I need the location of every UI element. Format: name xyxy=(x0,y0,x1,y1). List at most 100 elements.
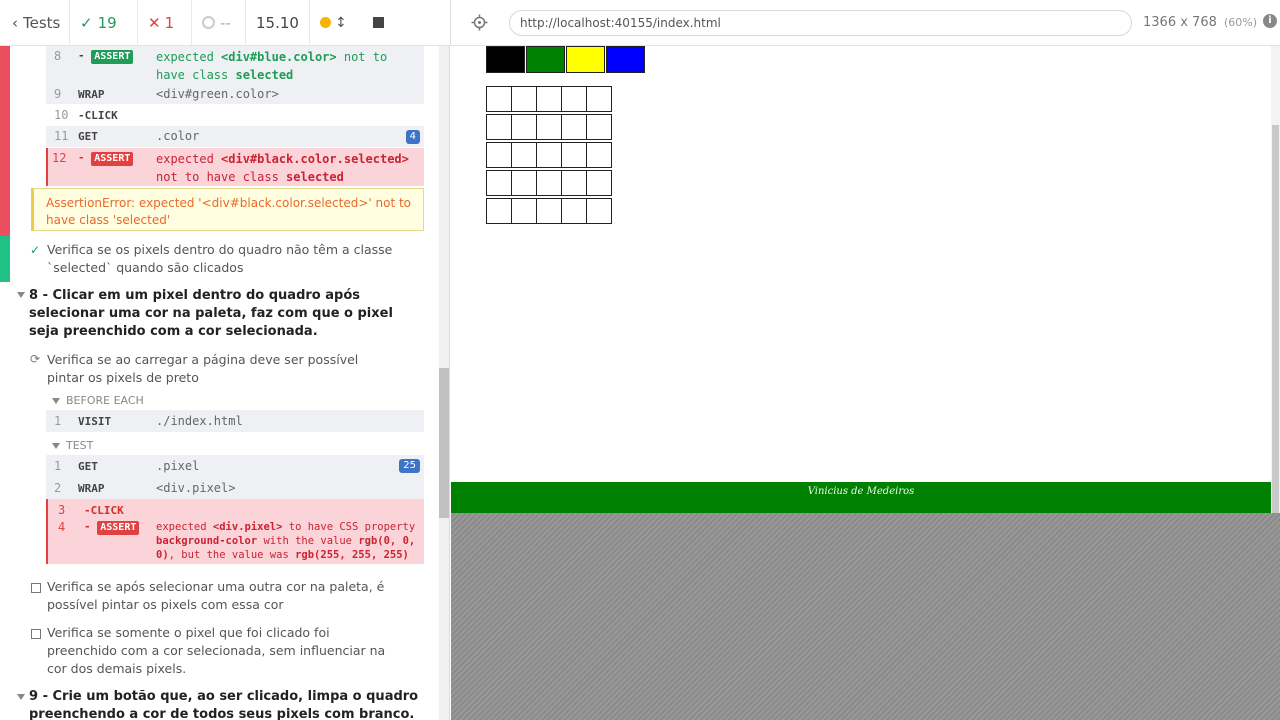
command-row[interactable]: 2 WRAP <div.pixel> xyxy=(46,477,424,499)
msg-value: background-color xyxy=(156,535,258,547)
pixel[interactable] xyxy=(486,198,512,224)
test-title[interactable]: Verifica se somente o pixel que foi clic… xyxy=(47,624,397,678)
element-count-badge: 25 xyxy=(399,459,420,473)
command-name: -CLICK xyxy=(78,109,118,122)
reporter-scroll-thumb[interactable] xyxy=(439,368,449,518)
caret-down-icon[interactable] xyxy=(52,443,60,449)
pending-number: -- xyxy=(220,13,231,32)
test-title[interactable]: Verifica se os pixels dentro do quadro n… xyxy=(47,241,397,277)
command-name: GET xyxy=(78,460,98,473)
element-count-badge: 4 xyxy=(405,130,420,144)
command-message: .color xyxy=(156,129,200,143)
reporter-header: ‹ Tests ✓ 19 ✕ 1 -- 15.10 ↕ xyxy=(0,0,450,46)
pixel[interactable] xyxy=(511,114,537,140)
msg-element: <div#blue.color> xyxy=(221,50,337,64)
command-name: WRAP xyxy=(78,88,105,101)
pixel[interactable] xyxy=(586,198,612,224)
command-row[interactable]: 11 GET .color 4 xyxy=(46,126,424,147)
pixel[interactable] xyxy=(536,170,562,196)
msg-value: rgb(255, 255, 255) xyxy=(295,549,409,561)
tests-button[interactable]: ‹ Tests xyxy=(0,0,70,45)
info-icon[interactable]: i xyxy=(1263,14,1277,28)
suite-title[interactable]: 9 - Crie um botão que, ao ser clicado, l… xyxy=(29,688,419,720)
palette-color-blue[interactable] xyxy=(606,46,645,73)
command-number: 8 xyxy=(54,49,62,63)
pixel[interactable] xyxy=(561,198,587,224)
command-message: <div.pixel> xyxy=(156,481,236,495)
aut-url-bar: http://localhost:40155/index.html 1366 x… xyxy=(450,0,1280,46)
palette-color-green[interactable] xyxy=(526,46,565,73)
msg-text: have class xyxy=(156,68,236,82)
msg-element: <div#black.color.selected> xyxy=(221,152,409,166)
url-input[interactable]: http://localhost:40155/index.html xyxy=(509,10,1132,36)
pixel[interactable] xyxy=(536,114,562,140)
pixel[interactable] xyxy=(536,86,562,112)
command-row[interactable]: 10 -CLICK xyxy=(46,105,424,125)
viewport-size: 1366 x 768 (60%) xyxy=(1143,15,1257,30)
hook-label[interactable]: TEST xyxy=(66,439,93,452)
pixel[interactable] xyxy=(486,114,512,140)
command-number: 11 xyxy=(54,129,69,143)
command-number: 12 xyxy=(52,151,67,165)
pixel[interactable] xyxy=(511,170,537,196)
pixel[interactable] xyxy=(511,198,537,224)
command-row[interactable]: 8 - ASSERT expected <div#blue.color> not… xyxy=(46,46,424,84)
pixel[interactable] xyxy=(586,142,612,168)
pixel[interactable] xyxy=(586,114,612,140)
msg-text: expected xyxy=(156,50,222,64)
auto-scroll-toggle[interactable]: ↕ xyxy=(320,15,347,31)
passed-count: ✓ 19 xyxy=(70,0,138,45)
command-row[interactable]: 1 VISIT ./index.html xyxy=(46,410,424,432)
command-row[interactable]: 1 GET .pixel 25 xyxy=(46,455,424,477)
msg-value: rgb(0, 0, xyxy=(358,535,416,547)
pixel[interactable] xyxy=(561,86,587,112)
pixel[interactable] xyxy=(536,142,562,168)
suite-title[interactable]: 8 - Clicar em um pixel dentro do quadro … xyxy=(29,287,419,341)
pixel[interactable] xyxy=(486,170,512,196)
command-row[interactable]: 9 WRAP <div#green.color> xyxy=(46,84,424,104)
pixel[interactable] xyxy=(561,142,587,168)
updown-arrow-icon: ↕ xyxy=(335,14,347,31)
command-message: expected <div#blue.color> not to have cl… xyxy=(156,48,387,84)
assertion-error[interactable]: AssertionError: expected '<div#black.col… xyxy=(31,188,424,231)
command-name: GET xyxy=(78,130,98,143)
caret-down-icon[interactable] xyxy=(17,292,25,298)
stop-button[interactable] xyxy=(373,17,384,28)
msg-value: selected xyxy=(235,68,294,82)
msg-element: <div.pixel> xyxy=(212,521,283,533)
pending-checkbox-icon xyxy=(31,629,41,639)
caret-down-icon[interactable] xyxy=(17,694,25,700)
aut-scroll-thumb[interactable] xyxy=(1272,125,1279,513)
failed-number: 1 xyxy=(164,13,175,32)
pixel[interactable] xyxy=(486,86,512,112)
pixel[interactable] xyxy=(536,198,562,224)
command-row[interactable]: 12 - ASSERT expected <div#black.color.se… xyxy=(46,148,424,186)
pixel[interactable] xyxy=(586,86,612,112)
failed-count: ✕ 1 xyxy=(138,0,192,45)
viewport-zoom: (60%) xyxy=(1224,16,1258,29)
command-row[interactable]: 4 - ASSERT expected <div.pixel> to have … xyxy=(46,517,424,564)
msg-text: expected xyxy=(156,152,222,166)
x-icon: ✕ xyxy=(148,13,161,32)
command-message: expected <div.pixel> to have CSS propert… xyxy=(156,520,415,562)
palette-color-yellow[interactable] xyxy=(566,46,605,73)
command-message: expected <div#black.color.selected> not … xyxy=(156,150,409,186)
pixel[interactable] xyxy=(561,170,587,196)
test-title[interactable]: Verifica se ao carregar a página deve se… xyxy=(47,351,397,387)
pixel[interactable] xyxy=(561,114,587,140)
command-name: - ASSERT xyxy=(84,520,140,535)
hook-label[interactable]: BEFORE EACH xyxy=(66,394,144,407)
pixel[interactable] xyxy=(586,170,612,196)
pixel[interactable] xyxy=(511,86,537,112)
test-title[interactable]: Verifica se após selecionar uma outra co… xyxy=(47,578,397,614)
palette-color-black[interactable] xyxy=(486,46,525,73)
passed-number: 19 xyxy=(97,13,117,32)
command-number: 9 xyxy=(54,87,62,101)
pending-ring-icon xyxy=(202,16,215,29)
tests-label: Tests xyxy=(23,13,61,32)
selector-playground-icon[interactable] xyxy=(471,14,488,31)
pixel[interactable] xyxy=(486,142,512,168)
pixel[interactable] xyxy=(511,142,537,168)
command-number: 3 xyxy=(58,503,66,517)
caret-down-icon[interactable] xyxy=(52,398,60,404)
